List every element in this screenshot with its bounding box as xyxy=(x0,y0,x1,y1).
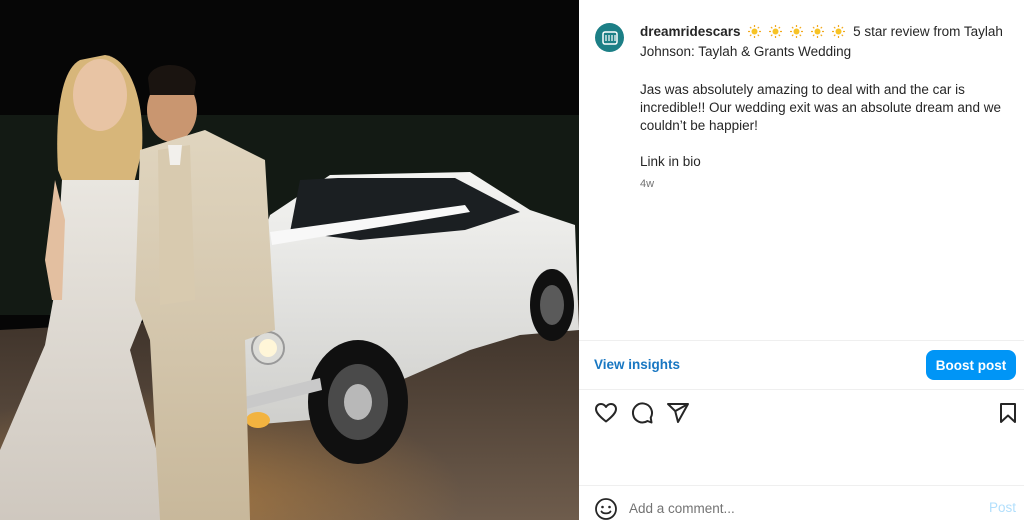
caption-link-text: Link in bio xyxy=(640,154,701,169)
divider xyxy=(579,389,1024,390)
avatar[interactable] xyxy=(595,23,624,52)
boost-post-button[interactable]: Boost post xyxy=(926,350,1016,380)
sun-emoji-icon xyxy=(832,25,846,43)
post-comment-button[interactable]: Post xyxy=(989,500,1016,515)
comment-bar: Post xyxy=(579,489,1024,520)
view-insights-link[interactable]: View insights xyxy=(594,357,680,372)
emoji-smiley-icon[interactable] xyxy=(594,497,618,520)
post-side-panel: dreamridescars 5 star review from Taylah… xyxy=(579,0,1024,520)
divider xyxy=(579,485,1024,486)
insights-bar: View insights Boost post xyxy=(579,341,1024,389)
caption-area: dreamridescars 5 star review from Taylah… xyxy=(579,0,1024,340)
sun-emoji-icon xyxy=(811,25,825,43)
post-caption: dreamridescars 5 star review from Taylah… xyxy=(640,23,1004,193)
send-icon[interactable] xyxy=(666,401,690,425)
post-age[interactable]: 4w xyxy=(640,175,1004,193)
sun-emoji-icon xyxy=(748,25,762,43)
comment-input[interactable] xyxy=(629,498,969,518)
action-bar xyxy=(579,398,1024,430)
sun-emoji-icon xyxy=(790,25,804,43)
wedding-car-photo xyxy=(0,0,579,520)
bookmark-icon[interactable] xyxy=(996,401,1020,425)
grille-logo-icon xyxy=(601,30,618,45)
post-photo xyxy=(0,0,579,520)
sun-emoji-icon xyxy=(769,25,783,43)
comment-icon[interactable] xyxy=(630,401,654,425)
caption-headline-line: dreamridescars 5 star review from Taylah… xyxy=(640,23,1004,61)
heart-icon[interactable] xyxy=(594,401,618,425)
username-link[interactable]: dreamridescars xyxy=(640,24,741,39)
caption-body: Jas was absolutely amazing to deal with … xyxy=(640,82,1001,133)
sun-emoji-row xyxy=(744,24,853,39)
